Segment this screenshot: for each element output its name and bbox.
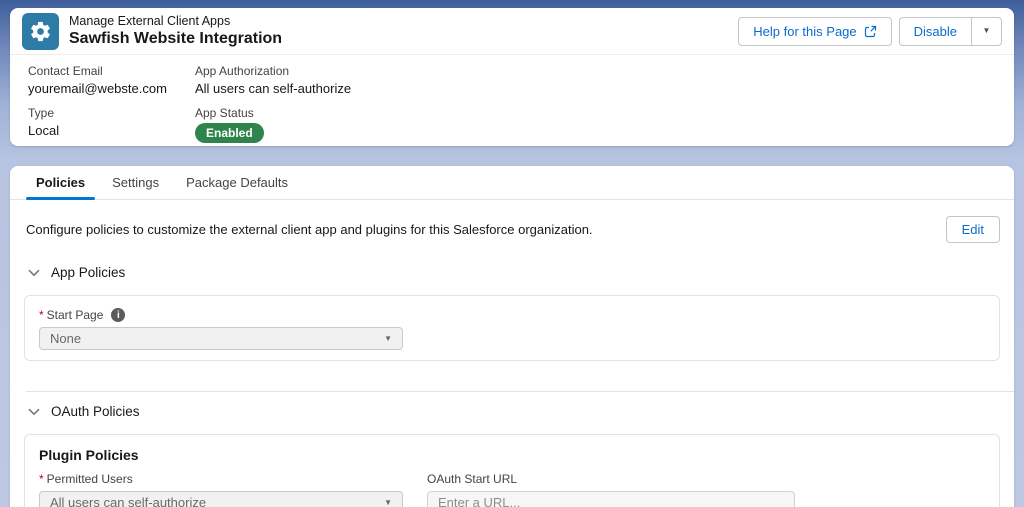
- policies-description: Configure policies to customize the exte…: [26, 222, 593, 237]
- start-page-label-row: * Start Page i: [39, 308, 985, 322]
- page-background: Manage External Client Apps Sawfish Webs…: [0, 0, 1024, 507]
- header-text: Manage External Client Apps Sawfish Webs…: [69, 14, 282, 48]
- section-divider: [26, 391, 1014, 392]
- dropdown-arrow-icon: ▼: [384, 497, 392, 507]
- permitted-users-label-row: * Permitted Users: [39, 472, 403, 486]
- app-header: Manage External Client Apps Sawfish Webs…: [10, 8, 1014, 55]
- tab-package-defaults[interactable]: Package Defaults: [186, 166, 288, 199]
- plugin-policies-heading: Plugin Policies: [39, 447, 139, 463]
- oauth-start-url-label: OAuth Start URL: [427, 472, 518, 486]
- field-label: Type: [28, 106, 55, 120]
- plugin-policies-form-row: * Permitted Users All users can self-aut…: [39, 472, 985, 507]
- disable-button[interactable]: Disable: [898, 16, 971, 46]
- status-badge: Enabled: [195, 123, 264, 143]
- field-app-authorization: App Authorization All users can self-aut…: [195, 64, 996, 96]
- app-policies-box: * Start Page i None ▼: [24, 295, 1000, 361]
- oauth-policies-section-header[interactable]: OAuth Policies: [28, 404, 1014, 419]
- help-button-label: Help for this Page: [753, 23, 857, 39]
- field-value: youremail@webste.com: [28, 81, 167, 96]
- field-type: Type Local: [28, 106, 195, 143]
- tab-settings[interactable]: Settings: [112, 166, 159, 199]
- help-for-this-page-button[interactable]: Help for this Page: [738, 16, 892, 46]
- info-icon[interactable]: i: [111, 308, 126, 322]
- plugin-policies-box: Plugin Policies * Permitted Users All us…: [24, 434, 1000, 507]
- field-value: Local: [28, 123, 60, 138]
- field-contact-email: Contact Email youremail@webste.com: [28, 64, 195, 96]
- dropdown-arrow-icon: ▼: [982, 26, 991, 35]
- tab-policies[interactable]: Policies: [25, 166, 96, 200]
- field-label: Contact Email: [28, 64, 103, 78]
- chevron-down-icon: [28, 408, 40, 415]
- field-label: App Status: [195, 106, 254, 120]
- permitted-users-select[interactable]: All users can self-authorize ▼: [39, 491, 403, 507]
- permitted-users-field: * Permitted Users All users can self-aut…: [39, 472, 403, 507]
- breadcrumb: Manage External Client Apps: [69, 14, 231, 28]
- app-policies-section-header[interactable]: App Policies: [28, 265, 1014, 280]
- start-page-label: Start Page: [46, 308, 104, 322]
- oauth-policies-heading: OAuth Policies: [51, 404, 140, 419]
- edit-button[interactable]: Edit: [945, 216, 1000, 243]
- start-page-select[interactable]: None ▼: [39, 327, 403, 350]
- required-asterisk: *: [39, 472, 44, 486]
- external-link-icon: [864, 25, 876, 37]
- app-details-grid: Contact Email youremail@webste.com App A…: [10, 55, 1014, 143]
- disable-dropdown-button[interactable]: ▼: [971, 16, 1002, 46]
- disable-split-button: Disable ▼: [898, 16, 1002, 46]
- setup-gear-icon: [22, 12, 59, 50]
- start-page-selected-value: None: [50, 331, 82, 346]
- policies-description-row: Configure policies to customize the exte…: [10, 200, 1014, 243]
- permitted-users-selected-value: All users can self-authorize: [50, 495, 207, 507]
- app-summary-card: Manage External Client Apps Sawfish Webs…: [10, 8, 1014, 146]
- required-asterisk: *: [39, 308, 44, 322]
- page-title: Sawfish Website Integration: [69, 30, 283, 47]
- field-app-status: App Status Enabled: [195, 106, 996, 143]
- dropdown-arrow-icon: ▼: [384, 333, 392, 343]
- field-value: All users can self-authorize: [195, 81, 352, 96]
- tab-bar: Policies Settings Package Defaults: [10, 166, 1014, 200]
- chevron-down-icon: [28, 269, 40, 276]
- oauth-start-url-field: OAuth Start URL: [427, 472, 795, 507]
- field-label: App Authorization: [195, 64, 290, 78]
- header-actions: Help for this Page Disable ▼: [738, 16, 1002, 46]
- app-policies-heading: App Policies: [51, 265, 126, 280]
- oauth-start-url-input[interactable]: [427, 491, 795, 507]
- permitted-users-label: Permitted Users: [46, 472, 133, 486]
- policies-card: Policies Settings Package Defaults Confi…: [10, 166, 1014, 507]
